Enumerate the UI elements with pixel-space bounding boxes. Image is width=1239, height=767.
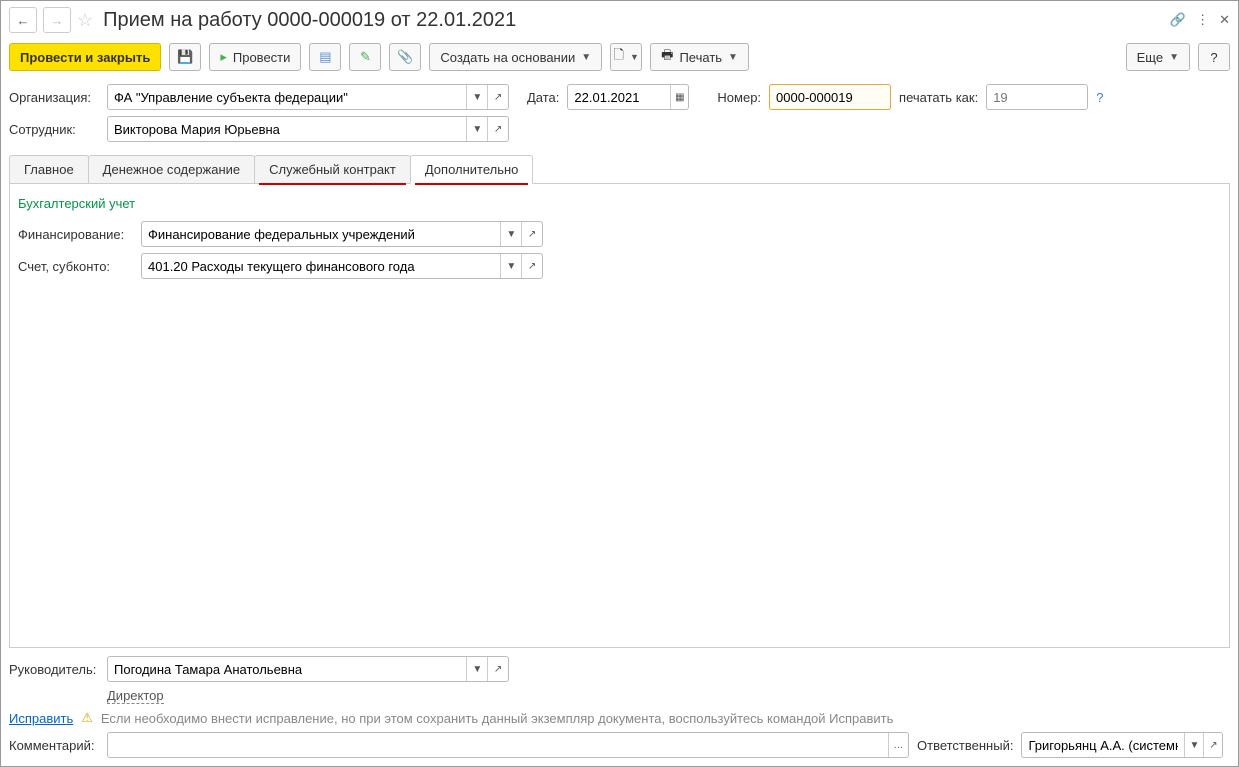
open-button[interactable]: ↗ bbox=[487, 85, 508, 109]
post-and-close-button[interactable]: Провести и закрыть bbox=[9, 43, 161, 71]
folder-icon: 🗋 bbox=[613, 46, 623, 68]
open-button[interactable]: ↗ bbox=[487, 657, 508, 681]
printer-icon: 🖶 bbox=[661, 46, 673, 68]
print-as-label: печатать как: bbox=[899, 90, 978, 105]
dropdown-button[interactable]: ▼ bbox=[500, 254, 521, 278]
manager-input[interactable] bbox=[108, 657, 466, 681]
more-button[interactable]: Еще ▼ bbox=[1126, 43, 1190, 71]
responsible-field[interactable]: ▼ ↗ bbox=[1021, 732, 1223, 758]
tab-salary[interactable]: Денежное содержание bbox=[88, 155, 255, 183]
dropdown-button[interactable]: ▼ bbox=[1184, 733, 1203, 757]
warning-icon: ⚠ bbox=[81, 710, 93, 726]
chevron-down-icon: ▼ bbox=[728, 52, 738, 63]
manager-label: Руководитель: bbox=[9, 662, 99, 677]
financing-input[interactable] bbox=[142, 222, 500, 246]
calendar-button[interactable]: ▦ bbox=[670, 85, 688, 109]
organization-label: Организация: bbox=[9, 90, 99, 105]
pencil-icon: ✎ bbox=[360, 49, 371, 65]
tab-main[interactable]: Главное bbox=[9, 155, 89, 183]
employee-field[interactable]: ▼ ↗ bbox=[107, 116, 509, 142]
date-field[interactable]: ▦ bbox=[567, 84, 689, 110]
attach-button[interactable]: 📎 bbox=[389, 43, 421, 71]
window-title: Прием на работу 0000-000019 от 22.01.202… bbox=[103, 9, 1164, 32]
accounting-section-title: Бухгалтерский учет bbox=[18, 196, 1221, 211]
open-button[interactable]: ↗ bbox=[521, 222, 542, 246]
open-button[interactable]: ↗ bbox=[521, 254, 542, 278]
comment-field[interactable]: … bbox=[107, 732, 909, 758]
correct-text: Если необходимо внести исправление, но п… bbox=[101, 711, 893, 726]
help-link[interactable]: ? bbox=[1096, 90, 1103, 105]
chevron-down-icon: ▼ bbox=[1169, 52, 1179, 63]
financing-field[interactable]: ▼ ↗ bbox=[141, 221, 543, 247]
edit-button[interactable]: ✎ bbox=[349, 43, 381, 71]
dropdown-button[interactable]: ▼ bbox=[500, 222, 521, 246]
number-field[interactable] bbox=[769, 84, 891, 110]
report-button[interactable]: ▤ bbox=[309, 43, 341, 71]
tab-content-additional: Бухгалтерский учет Финансирование: ▼ ↗ С… bbox=[9, 184, 1230, 648]
number-label: Номер: bbox=[717, 90, 761, 105]
chevron-down-icon: ▼ bbox=[630, 52, 639, 62]
print-as-field[interactable] bbox=[986, 84, 1088, 110]
account-input[interactable] bbox=[142, 254, 500, 278]
tab-bar: Главное Денежное содержание Служебный ко… bbox=[9, 155, 1230, 184]
employee-input[interactable] bbox=[108, 117, 466, 141]
link-icon[interactable]: 🔗 bbox=[1170, 12, 1186, 28]
close-icon[interactable]: ✕ bbox=[1219, 12, 1230, 28]
manager-field[interactable]: ▼ ↗ bbox=[107, 656, 509, 682]
create-based-on-button[interactable]: Создать на основании ▼ bbox=[429, 43, 602, 71]
action-button[interactable]: 🗋▼ bbox=[610, 43, 642, 71]
comment-input[interactable] bbox=[108, 733, 888, 757]
manager-position-link[interactable]: Директор bbox=[107, 688, 164, 704]
ellipsis-button[interactable]: … bbox=[888, 733, 908, 757]
open-button[interactable]: ↗ bbox=[487, 117, 508, 141]
nav-forward-button[interactable]: → bbox=[43, 7, 71, 33]
open-button[interactable]: ↗ bbox=[1203, 733, 1222, 757]
correct-link[interactable]: Исправить bbox=[9, 711, 73, 726]
help-button[interactable]: ? bbox=[1198, 43, 1230, 71]
financing-label: Финансирование: bbox=[18, 227, 133, 242]
post-button[interactable]: ▸Провести bbox=[209, 43, 301, 71]
chevron-down-icon: ▼ bbox=[581, 52, 591, 63]
date-label: Дата: bbox=[527, 90, 559, 105]
employee-label: Сотрудник: bbox=[9, 122, 99, 137]
account-field[interactable]: ▼ ↗ bbox=[141, 253, 543, 279]
responsible-label: Ответственный: bbox=[917, 738, 1013, 753]
report-icon: ▤ bbox=[319, 49, 331, 65]
save-icon: 💾 bbox=[177, 49, 193, 65]
print-as-input[interactable] bbox=[987, 85, 1089, 109]
save-button[interactable]: 💾 bbox=[169, 43, 201, 71]
organization-input[interactable] bbox=[108, 85, 466, 109]
print-button[interactable]: 🖶Печать ▼ bbox=[650, 43, 749, 71]
responsible-input[interactable] bbox=[1022, 733, 1184, 757]
dropdown-button[interactable]: ▼ bbox=[466, 85, 487, 109]
post-icon: ▸ bbox=[220, 49, 227, 65]
comment-label: Комментарий: bbox=[9, 738, 99, 753]
tab-contract[interactable]: Служебный контракт bbox=[254, 155, 411, 183]
date-input[interactable] bbox=[568, 85, 670, 109]
nav-back-button[interactable]: ← bbox=[9, 7, 37, 33]
paperclip-icon: 📎 bbox=[397, 49, 413, 65]
dropdown-button[interactable]: ▼ bbox=[466, 657, 487, 681]
dropdown-button[interactable]: ▼ bbox=[466, 117, 487, 141]
organization-field[interactable]: ▼ ↗ bbox=[107, 84, 509, 110]
number-input[interactable] bbox=[770, 85, 892, 109]
account-label: Счет, субконто: bbox=[18, 259, 133, 274]
favorite-star-icon[interactable]: ☆ bbox=[77, 10, 93, 31]
kebab-menu-icon[interactable]: ⋮ bbox=[1196, 12, 1209, 28]
tab-additional[interactable]: Дополнительно bbox=[410, 155, 534, 184]
